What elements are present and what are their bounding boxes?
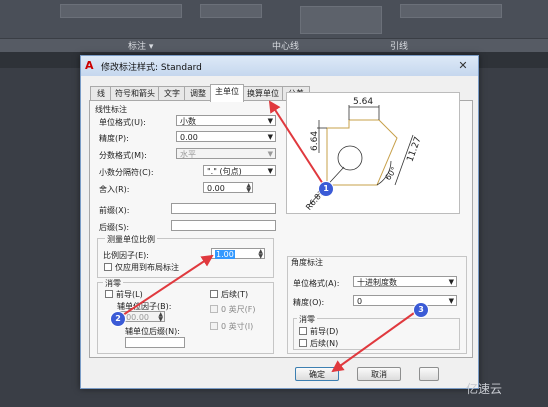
tab-primary-units[interactable]: 主单位 bbox=[210, 84, 244, 102]
step-badge: 2 bbox=[110, 311, 126, 327]
annotation-arrow-3 bbox=[331, 312, 415, 373]
annotation-arrows bbox=[122, 100, 415, 373]
watermark: 亿速云 bbox=[466, 382, 503, 396]
annotation-arrow-2 bbox=[122, 254, 214, 316]
annotation-arrow-1 bbox=[268, 100, 324, 185]
step-badge: 1 bbox=[318, 181, 334, 197]
step-badge: 3 bbox=[413, 302, 429, 318]
